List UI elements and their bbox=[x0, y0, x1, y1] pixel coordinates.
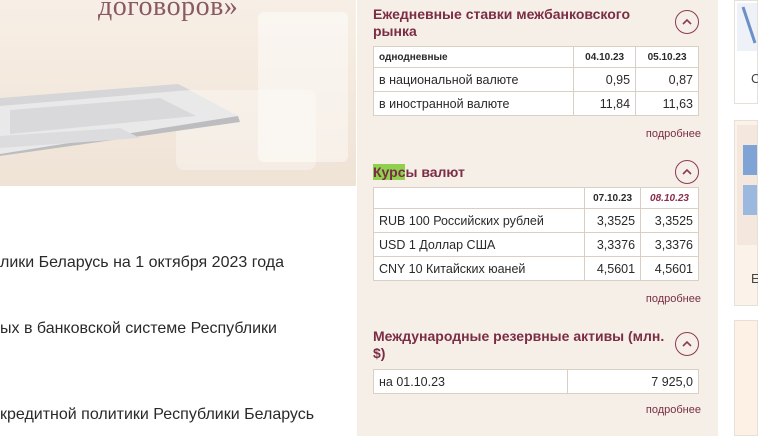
column-header: 04.10.23 bbox=[573, 46, 637, 68]
hero-banner[interactable]: договоров» bbox=[0, 0, 356, 186]
rates-title: Курсы валют bbox=[373, 164, 465, 181]
news-link[interactable]: кредитной политики Республики Беларусь bbox=[0, 406, 314, 424]
cell-value: 3,3525 bbox=[640, 208, 699, 233]
row-label: USD 1 Доллар США bbox=[372, 232, 586, 257]
column-header: 07.10.23 bbox=[584, 187, 642, 209]
reserves-collapse-button[interactable] bbox=[675, 332, 699, 356]
row-label: в иностранной валюте bbox=[372, 91, 575, 116]
rates-title-rest: ы валют bbox=[405, 164, 465, 180]
interbank-collapse-button[interactable] bbox=[675, 10, 699, 34]
rates-collapse-button[interactable] bbox=[675, 160, 699, 184]
cell-value: 7 925,0 bbox=[567, 369, 699, 394]
rates-table: 07.10.23 08.10.23 RUB 100 Российских руб… bbox=[372, 187, 699, 281]
chevron-up-icon bbox=[682, 168, 692, 175]
cell-value: 0,87 bbox=[635, 67, 699, 92]
side-card[interactable]: Е bbox=[734, 120, 758, 306]
news-link[interactable]: лики Беларусь на 1 октября 2023 года bbox=[0, 254, 284, 272]
news-link[interactable]: ых в банковской системе Республики bbox=[0, 320, 277, 338]
table-row: на 01.10.23 7 925,0 bbox=[372, 369, 699, 394]
chevron-up-icon bbox=[682, 340, 692, 347]
column-header: 08.10.23 bbox=[640, 187, 699, 209]
right-column: С Е bbox=[734, 0, 758, 436]
cell-value: 3,3525 bbox=[584, 208, 642, 233]
chevron-up-icon bbox=[682, 18, 692, 25]
card-letter: Е bbox=[751, 271, 758, 286]
side-card[interactable] bbox=[734, 320, 758, 436]
info-panel: Ежедневные ставки межбанковского рынка о… bbox=[357, 0, 718, 436]
table-row: в национальной валюте 0,95 0,87 bbox=[372, 67, 699, 92]
table-row: USD 1 Доллар США 3,3376 3,3376 bbox=[372, 232, 699, 257]
rates-title-highlight: Курс bbox=[373, 164, 406, 180]
row-label: в национальной валюте bbox=[372, 67, 575, 92]
cell-value: 4,5601 bbox=[640, 256, 699, 281]
row-label: на 01.10.23 bbox=[372, 369, 569, 394]
cell-value: 3,3376 bbox=[640, 232, 699, 257]
table-row: в иностранной валюте 11,84 11,63 bbox=[372, 91, 699, 116]
cell-value: 3,3376 bbox=[584, 232, 642, 257]
column-header: 05.10.23 bbox=[635, 46, 699, 68]
card-letter: С bbox=[751, 71, 758, 86]
row-label: RUB 100 Российских рублей bbox=[372, 208, 586, 233]
cell-value: 4,5601 bbox=[584, 256, 642, 281]
row-label: CNY 10 Китайских юаней bbox=[372, 256, 586, 281]
table-header-row: 07.10.23 08.10.23 bbox=[372, 187, 699, 209]
interbank-more-link[interactable]: подробнее bbox=[646, 128, 701, 140]
cell-value: 0,95 bbox=[573, 67, 637, 92]
card-image bbox=[737, 125, 757, 245]
reserves-title: Международные резервные активы (млн. $) bbox=[373, 328, 665, 361]
interbank-table: однодневные 04.10.23 05.10.23 в национал… bbox=[372, 46, 699, 116]
column-header-empty bbox=[372, 187, 586, 209]
hero-title: договоров» bbox=[98, 0, 239, 22]
table-row: CNY 10 Китайских юаней 4,5601 4,5601 bbox=[372, 256, 699, 281]
cell-value: 11,84 bbox=[573, 91, 637, 116]
card-image bbox=[737, 3, 757, 51]
interbank-title: Ежедневные ставки межбанковского рынка bbox=[373, 6, 630, 39]
reserves-table: на 01.10.23 7 925,0 bbox=[372, 369, 699, 394]
rates-more-link[interactable]: подробнее bbox=[646, 293, 701, 305]
table-row: RUB 100 Российских рублей 3,3525 3,3525 bbox=[372, 208, 699, 233]
table-header-row: однодневные 04.10.23 05.10.23 bbox=[372, 46, 699, 68]
side-card[interactable]: С bbox=[734, 0, 758, 104]
column-header: однодневные bbox=[372, 46, 575, 68]
laptop-image bbox=[0, 84, 240, 156]
cell-value: 11,63 bbox=[635, 91, 699, 116]
reserves-more-link[interactable]: подробнее bbox=[646, 404, 701, 416]
